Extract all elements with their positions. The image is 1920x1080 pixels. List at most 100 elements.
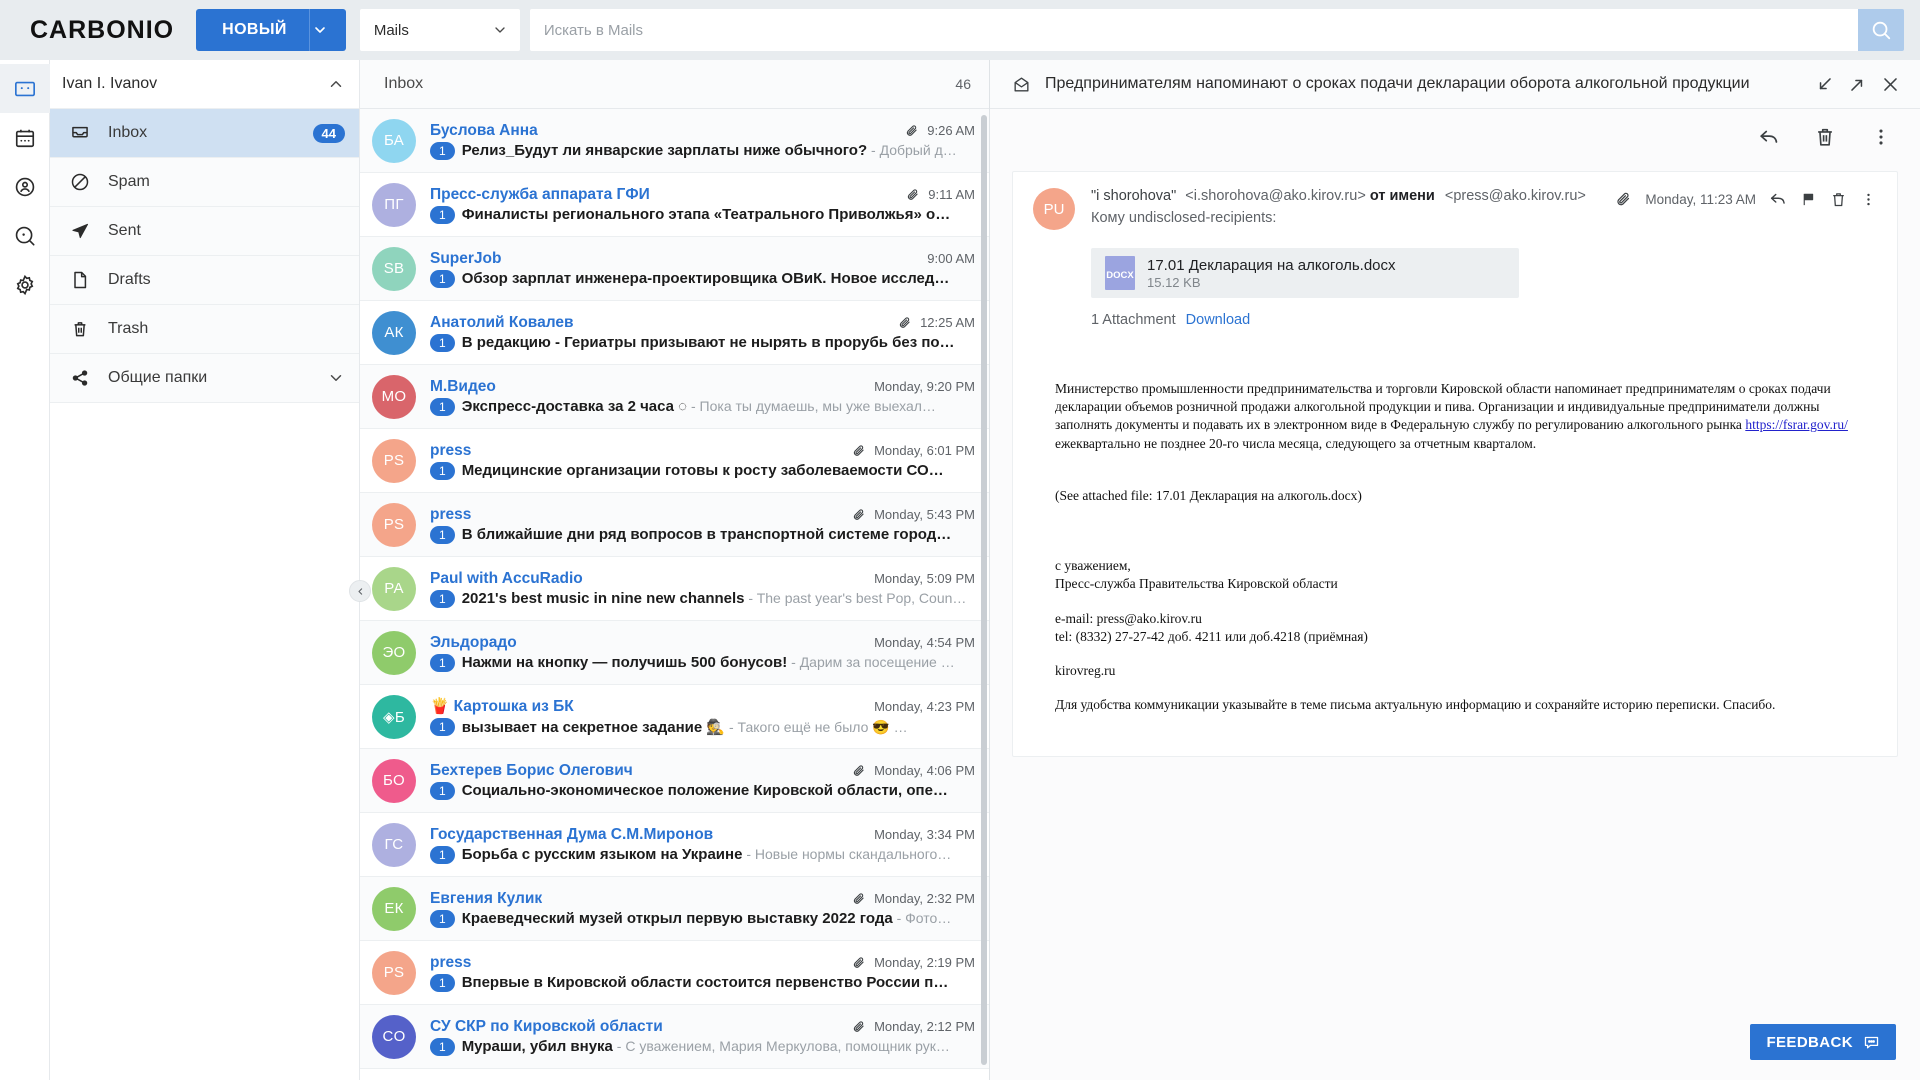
- mail-item-meta: Monday, 3:34 PM: [874, 827, 975, 842]
- thread-count-badge: 1: [430, 781, 455, 800]
- attachment-icon: [852, 764, 866, 778]
- on-behalf-label: от имени: [1369, 188, 1435, 204]
- mail-list-item[interactable]: CO СУ СКР по Кировской области Monday, 2:1…: [360, 1005, 989, 1069]
- thread-count-badge: 1: [430, 909, 455, 928]
- search-button[interactable]: [1858, 9, 1904, 51]
- mail-subject: Мураши, убил внука - С уважением, Мария …: [462, 1038, 950, 1055]
- mail-list-item[interactable]: ПГ Пресс-служба аппарата ГФИ 9:11 AM 1 Финал…: [360, 173, 989, 237]
- mail-fragment: - The past year's best Pop, Coun…: [744, 590, 967, 606]
- mail-list-item[interactable]: БО Бехтерев Борис Олегович Monday, 4:06 PM…: [360, 749, 989, 813]
- mail-item-top-line: SuperJob 9:00 AM: [430, 250, 975, 268]
- reply-icon[interactable]: [1769, 190, 1787, 208]
- mail-item-bottom-line: 1 В редакцию - Гериатры призывают не ныря…: [430, 333, 975, 352]
- attachment-icon: [852, 956, 866, 970]
- mail-list-scrollbar[interactable]: [981, 115, 987, 1065]
- mail-item-bottom-line: 1 Обзор зарплат инженера-проектировщика О…: [430, 269, 975, 288]
- mail-item-meta: Monday, 2:19 PM: [852, 955, 975, 970]
- mail-list-item[interactable]: ◈Б 🍟 Картошка из БК Monday, 4:23 PM 1 вызыва…: [360, 685, 989, 749]
- avatar: PU: [1033, 188, 1075, 230]
- attachment-item[interactable]: DOCX 17.01 Декларация на алкоголь.docx 1…: [1091, 248, 1519, 298]
- mail-list-item[interactable]: ГС Государственная Дума С.М.Миронов Monday…: [360, 813, 989, 877]
- from-line: "i shorohova" <i.shorohova@ako.kirov.ru>…: [1091, 188, 1615, 204]
- top-bar: CARBONIO НОВЫЙ Mails: [0, 0, 1920, 60]
- sidebar-item-trash[interactable]: Trash: [50, 305, 359, 354]
- trash-icon[interactable]: [1830, 191, 1847, 208]
- sidebar-item-label: Drafts: [108, 271, 151, 288]
- block-icon: [70, 172, 108, 192]
- mail-subject-text: вызывает на секретное задание 🕵: [461, 719, 726, 736]
- mail-list-item[interactable]: ЕК Евгения Кулик Monday, 2:32 PM 1 Краеведче…: [360, 877, 989, 941]
- sidebar-item-inbox[interactable]: Inbox 44: [50, 109, 359, 158]
- search-input[interactable]: [529, 9, 1858, 51]
- mail-time: Monday, 2:12 PM: [874, 1019, 975, 1034]
- mail-list-item[interactable]: АК Анатолий Ковалев 12:25 AM 1 В редакцию - …: [360, 301, 989, 365]
- expand-icon[interactable]: [1848, 75, 1867, 94]
- rail-item-calendar[interactable]: [0, 113, 50, 162]
- attachment-icon: [852, 444, 866, 458]
- more-vertical-icon[interactable]: [1860, 191, 1877, 208]
- mail-subject: Нажми на кнопку — получишь 500 бонусов! …: [462, 654, 955, 671]
- mail-list-item[interactable]: PS press Monday, 2:19 PM 1 Впервые в Кировск…: [360, 941, 989, 1005]
- flag-icon[interactable]: [1800, 191, 1817, 208]
- mail-subject: Финалисты регионального этапа «Театральн…: [462, 206, 951, 223]
- fsrar-link[interactable]: https://fsrar.gov.ru/: [1745, 417, 1848, 432]
- body-paragraph-1: Министерство промышленности предпринимат…: [1055, 380, 1877, 453]
- avatar: ГС: [372, 822, 416, 867]
- mail-list[interactable]: БА Буслова Анна 9:26 AM 1 Релиз_Будут ли янв…: [360, 109, 989, 1080]
- close-icon[interactable]: [1881, 75, 1900, 94]
- sidebar-item-drafts[interactable]: Drafts: [50, 256, 359, 305]
- more-vertical-icon[interactable]: [1870, 126, 1892, 148]
- mail-subject-text: Социально-экономическое положение Кировс…: [461, 782, 948, 799]
- search-circle-icon: [14, 225, 36, 247]
- mail-item-body: Эльдорадо Monday, 4:54 PM 1 Нажми на кнопку…: [430, 634, 975, 672]
- trash-icon: [70, 319, 108, 339]
- chevron-down-icon[interactable]: [310, 22, 346, 38]
- account-row[interactable]: Ivan I. Ivanov: [50, 60, 359, 109]
- mail-list-item[interactable]: PS press Monday, 6:01 PM 1 Медицинские орган…: [360, 429, 989, 493]
- mail-subject-text: 2021's best music in nine new channels: [461, 590, 745, 607]
- mail-sender: Эльдорадо: [430, 633, 517, 651]
- trash-icon[interactable]: [1814, 126, 1836, 148]
- mail-list-item[interactable]: МО М.Видео Monday, 9:20 PM 1 Экспресс-достав…: [360, 365, 989, 429]
- mail-time: Monday, 4:54 PM: [874, 635, 975, 650]
- body-text-b: ежеквартально не позднее 20-го числа мес…: [1055, 435, 1537, 451]
- feedback-button[interactable]: FEEDBACK: [1750, 1024, 1896, 1060]
- mail-list-item[interactable]: PA Paul with AccuRadio Monday, 5:09 PM 1 202…: [360, 557, 989, 621]
- mail-item-top-line: 🍟 Картошка из БК Monday, 4:23 PM: [430, 697, 975, 716]
- mail-subject-text: В ближайшие дни ряд вопросов в транспорт…: [461, 526, 952, 543]
- mail-list-item[interactable]: ЭО Эльдорадо Monday, 4:54 PM 1 Нажми на кноп…: [360, 621, 989, 685]
- collapse-icon[interactable]: [1815, 75, 1834, 94]
- mail-time: 9:11 AM: [928, 187, 975, 202]
- mail-list-item[interactable]: БА Буслова Анна 9:26 AM 1 Релиз_Будут ли янв…: [360, 109, 989, 173]
- mail-subject: Обзор зарплат инженера-проектировщика ОВ…: [462, 270, 950, 287]
- reply-icon[interactable]: [1758, 126, 1780, 148]
- mail-item-body: SuperJob 9:00 AM 1 Обзор зарплат инженера-п…: [430, 250, 975, 288]
- mail-list-item[interactable]: PS press Monday, 5:43 PM 1 В ближайшие дни р…: [360, 493, 989, 557]
- mail-subject: 2021's best music in nine new channels -…: [462, 590, 967, 607]
- sidebar-item-shared-folders[interactable]: Общие папки: [50, 354, 359, 403]
- module-select[interactable]: Mails: [359, 9, 520, 51]
- chevron-up-icon[interactable]: [327, 75, 345, 93]
- mail-item-top-line: press Monday, 5:43 PM: [430, 506, 975, 524]
- thread-count-badge: 1: [430, 973, 455, 992]
- mail-open-icon: [1012, 75, 1031, 94]
- mail-time: Monday, 2:32 PM: [874, 891, 975, 906]
- chevron-down-icon[interactable]: [327, 369, 345, 387]
- sidebar-item-sent[interactable]: Sent: [50, 207, 359, 256]
- thread-count-badge: 1: [430, 525, 455, 544]
- sidebar-item-spam[interactable]: Spam: [50, 158, 359, 207]
- mail-item-meta: Monday, 4:54 PM: [874, 635, 975, 650]
- mail-sender: press: [430, 953, 472, 971]
- mail-subject: Борьба с русским языком на Украине - Нов…: [462, 846, 952, 863]
- rail-item-settings[interactable]: [0, 260, 50, 309]
- rail-item-search[interactable]: [0, 211, 50, 260]
- new-button[interactable]: НОВЫЙ: [196, 9, 346, 51]
- mail-item-bottom-line: 1 Мураши, убил внука - С уважением, Мария…: [430, 1037, 975, 1056]
- feedback-label: FEEDBACK: [1766, 1033, 1853, 1051]
- rail-item-contacts[interactable]: [0, 162, 50, 211]
- download-link[interactable]: Download: [1186, 312, 1251, 328]
- collapse-list-handle[interactable]: [349, 580, 371, 602]
- account-name: Ivan I. Ivanov: [62, 75, 158, 92]
- rail-item-mail[interactable]: [0, 64, 50, 113]
- mail-list-item[interactable]: SB SuperJob 9:00 AM 1 Обзор зарплат инженера…: [360, 237, 989, 301]
